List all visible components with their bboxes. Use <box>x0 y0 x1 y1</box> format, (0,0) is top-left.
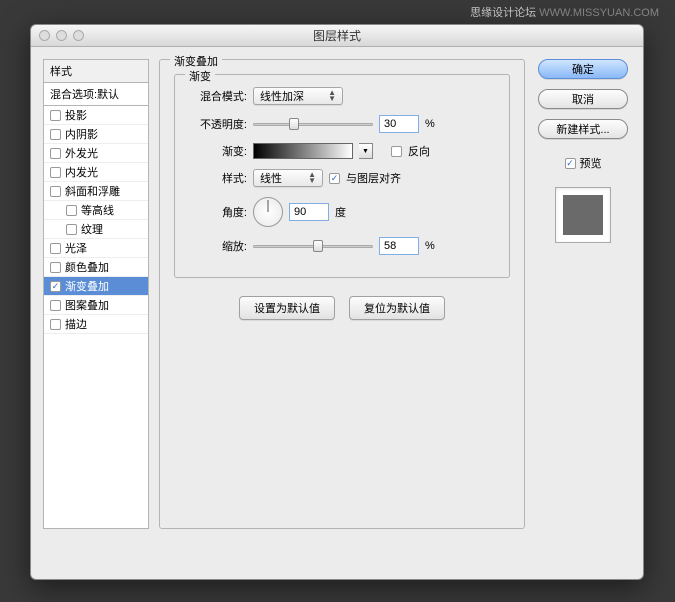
style-item-11[interactable]: 描边 <box>44 315 148 334</box>
angle-unit: 度 <box>335 204 346 220</box>
style-item-6[interactable]: 纹理 <box>44 220 148 239</box>
blending-options-item[interactable]: 混合选项:默认 <box>44 83 148 106</box>
style-item-10[interactable]: 图案叠加 <box>44 296 148 315</box>
gradient-subgroup: 渐变 混合模式: 线性加深 ▲▼ 不透明度: <box>174 74 510 278</box>
style-checkbox[interactable] <box>50 281 61 292</box>
style-item-label: 描边 <box>65 316 87 332</box>
preview-swatch <box>555 187 611 243</box>
style-item-label: 颜色叠加 <box>65 259 109 275</box>
style-item-9[interactable]: 渐变叠加 <box>44 277 148 296</box>
style-item-label: 图案叠加 <box>65 297 109 313</box>
style-item-label: 斜面和浮雕 <box>65 183 120 199</box>
scale-unit: % <box>425 240 435 252</box>
preview-label: 预览 <box>580 155 602 171</box>
style-item-2[interactable]: 外发光 <box>44 144 148 163</box>
make-default-button[interactable]: 设置为默认值 <box>239 296 335 320</box>
blend-mode-label: 混合模式: <box>189 88 247 104</box>
style-item-1[interactable]: 内阴影 <box>44 125 148 144</box>
reset-default-button[interactable]: 复位为默认值 <box>349 296 445 320</box>
style-checkbox[interactable] <box>66 224 77 235</box>
gradient-dropdown-button[interactable]: ▼ <box>359 143 373 159</box>
style-label: 样式: <box>189 170 247 186</box>
style-item-label: 外发光 <box>65 145 98 161</box>
style-item-0[interactable]: 投影 <box>44 106 148 125</box>
style-item-label: 内阴影 <box>65 126 98 142</box>
style-select[interactable]: 线性 ▲▼ <box>253 169 323 187</box>
style-checkbox[interactable] <box>50 319 61 330</box>
style-item-label: 纹理 <box>81 221 103 237</box>
style-item-label: 渐变叠加 <box>65 278 109 294</box>
layer-style-dialog: 图层样式 样式 混合选项:默认 投影内阴影外发光内发光斜面和浮雕等高线纹理光泽颜… <box>30 24 644 580</box>
styles-panel: 样式 混合选项:默认 投影内阴影外发光内发光斜面和浮雕等高线纹理光泽颜色叠加渐变… <box>43 59 149 529</box>
opacity-input[interactable] <box>379 115 419 133</box>
style-item-8[interactable]: 颜色叠加 <box>44 258 148 277</box>
chevron-updown-icon: ▲▼ <box>308 172 316 184</box>
style-item-label: 光泽 <box>65 240 87 256</box>
style-item-5[interactable]: 等高线 <box>44 201 148 220</box>
style-checkbox[interactable] <box>66 205 77 216</box>
style-checkbox[interactable] <box>50 148 61 159</box>
reverse-checkbox[interactable] <box>391 146 402 157</box>
opacity-slider[interactable] <box>253 117 373 131</box>
gradient-overlay-group: 渐变叠加 渐变 混合模式: 线性加深 ▲▼ 不透明度: <box>159 59 525 529</box>
opacity-label: 不透明度: <box>189 116 247 132</box>
style-checkbox[interactable] <box>50 300 61 311</box>
minimize-icon[interactable] <box>56 30 67 41</box>
style-checkbox[interactable] <box>50 129 61 140</box>
preview-checkbox[interactable] <box>565 158 576 169</box>
group-title: 渐变叠加 <box>170 53 222 69</box>
align-checkbox[interactable] <box>329 173 340 184</box>
scale-slider[interactable] <box>253 239 373 253</box>
zoom-icon[interactable] <box>73 30 84 41</box>
gradient-swatch[interactable] <box>253 143 353 159</box>
style-item-label: 内发光 <box>65 164 98 180</box>
style-item-label: 投影 <box>65 107 87 123</box>
cancel-button[interactable]: 取消 <box>538 89 628 109</box>
angle-input[interactable] <box>289 203 329 221</box>
style-item-7[interactable]: 光泽 <box>44 239 148 258</box>
reverse-label: 反向 <box>408 143 430 159</box>
style-item-label: 等高线 <box>81 202 114 218</box>
styles-header: 样式 <box>44 60 148 83</box>
gradient-label: 渐变: <box>189 143 247 159</box>
angle-dial[interactable] <box>253 197 283 227</box>
style-item-4[interactable]: 斜面和浮雕 <box>44 182 148 201</box>
style-checkbox[interactable] <box>50 110 61 121</box>
angle-label: 角度: <box>189 204 247 220</box>
watermark: 思缘设计论坛 WWW.MISSYUAN.COM <box>470 4 659 20</box>
new-style-button[interactable]: 新建样式... <box>538 119 628 139</box>
style-checkbox[interactable] <box>50 186 61 197</box>
window-controls <box>39 30 84 41</box>
chevron-updown-icon: ▲▼ <box>328 90 336 102</box>
subgroup-title: 渐变 <box>185 68 215 84</box>
titlebar: 图层样式 <box>31 25 643 47</box>
scale-label: 缩放: <box>189 238 247 254</box>
style-checkbox[interactable] <box>50 167 61 178</box>
opacity-unit: % <box>425 118 435 130</box>
align-label: 与图层对齐 <box>346 170 401 186</box>
window-title: 图层样式 <box>313 27 361 44</box>
style-checkbox[interactable] <box>50 243 61 254</box>
style-item-3[interactable]: 内发光 <box>44 163 148 182</box>
close-icon[interactable] <box>39 30 50 41</box>
blend-mode-select[interactable]: 线性加深 ▲▼ <box>253 87 343 105</box>
style-checkbox[interactable] <box>50 262 61 273</box>
scale-input[interactable] <box>379 237 419 255</box>
ok-button[interactable]: 确定 <box>538 59 628 79</box>
